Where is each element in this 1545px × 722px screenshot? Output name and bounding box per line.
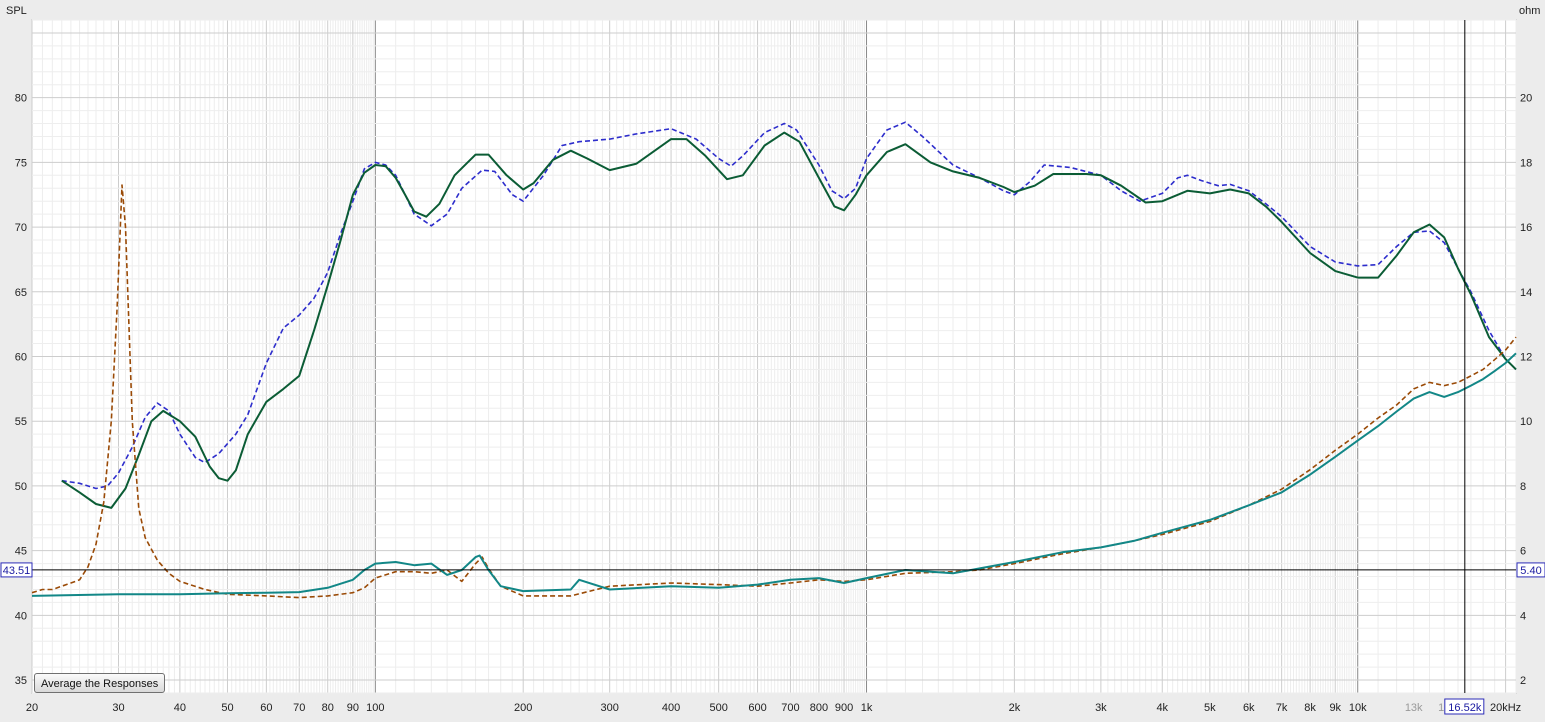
x-tick-label: 50 [221,702,233,714]
right-y-tick-label: 10 [1520,416,1532,428]
left-y-tick-label: 75 [15,157,27,169]
x-tick-label: 20 [26,702,38,714]
left-y-tick-label: 70 [15,222,27,234]
right-y-tick-label: 14 [1520,287,1532,299]
x-tick-label: 2k [1009,702,1021,714]
left-y-tick-label: 65 [15,287,27,299]
x-tick-label: 100 [366,702,384,714]
right-y-tick-label: 6 [1520,546,1526,558]
left-y-tick-label: 35 [15,675,27,687]
x-tick-label: 20kHz [1490,702,1521,714]
cursor-right-readout: 5.40 [1520,565,1541,577]
average-responses-button[interactable]: Average the Responses [34,673,166,693]
right-y-tick-labels: 2 4 6 8 10 12 14 16 18 20 [1520,93,1532,687]
x-tick-label: 800 [810,702,828,714]
x-tick-label: 60 [260,702,272,714]
right-y-tick-label: 20 [1520,93,1532,105]
x-tick-label: 600 [748,702,766,714]
left-y-tick-label: 80 [15,93,27,105]
left-axis-label: SPL [6,5,27,17]
x-tick-label: 1k [861,702,873,714]
x-tick-label: 700 [781,702,799,714]
right-y-tick-label: 8 [1520,481,1526,493]
right-y-tick-label: 2 [1520,675,1526,687]
left-y-tick-label: 50 [15,481,27,493]
x-tick-label: 5k [1204,702,1216,714]
x-tick-label: 80 [322,702,334,714]
x-tick-label: 9k [1329,702,1341,714]
x-tick-label: 10k [1349,702,1367,714]
left-y-tick-label: 60 [15,352,27,364]
left-y-tick-label: 55 [15,416,27,428]
x-tick-label: 90 [347,702,359,714]
cursor-left-readout: 43.51 [3,565,31,577]
x-tick-label: 300 [601,702,619,714]
x-tick-label: 900 [835,702,853,714]
x-tick-label: 400 [662,702,680,714]
x-tick-label: 7k [1276,702,1288,714]
x-tick-label: 4k [1156,702,1168,714]
frequency-response-chart[interactable]: 20 30 40 50 60 70 80 90 100 200 300 400 500 600 700 800… [0,0,1545,722]
x-tick-label: 30 [112,702,124,714]
left-y-tick-label: 45 [15,546,27,558]
x-tick-label: 500 [709,702,727,714]
x-tick-label: 70 [293,702,305,714]
x-tick-label: 13k [1405,702,1423,714]
right-axis-label: ohm [1519,5,1540,17]
x-tick-label: 3k [1095,702,1107,714]
left-y-tick-label: 40 [15,610,27,622]
x-tick-label: 200 [514,702,532,714]
x-tick-label: 8k [1304,702,1316,714]
right-y-tick-label: 18 [1520,157,1532,169]
left-y-tick-labels: 35 40 45 50 55 60 65 70 75 80 [15,93,27,687]
right-y-tick-label: 12 [1520,352,1532,364]
right-y-tick-label: 4 [1520,610,1526,622]
x-tick-labels: 20 30 40 50 60 70 80 90 100 200 300 400 500 600 700 800… [26,702,1521,714]
x-tick-label: 40 [174,702,186,714]
right-y-tick-label: 16 [1520,222,1532,234]
cursor-x-readout: 16.52k [1448,702,1482,714]
x-tick-label: 6k [1243,702,1255,714]
